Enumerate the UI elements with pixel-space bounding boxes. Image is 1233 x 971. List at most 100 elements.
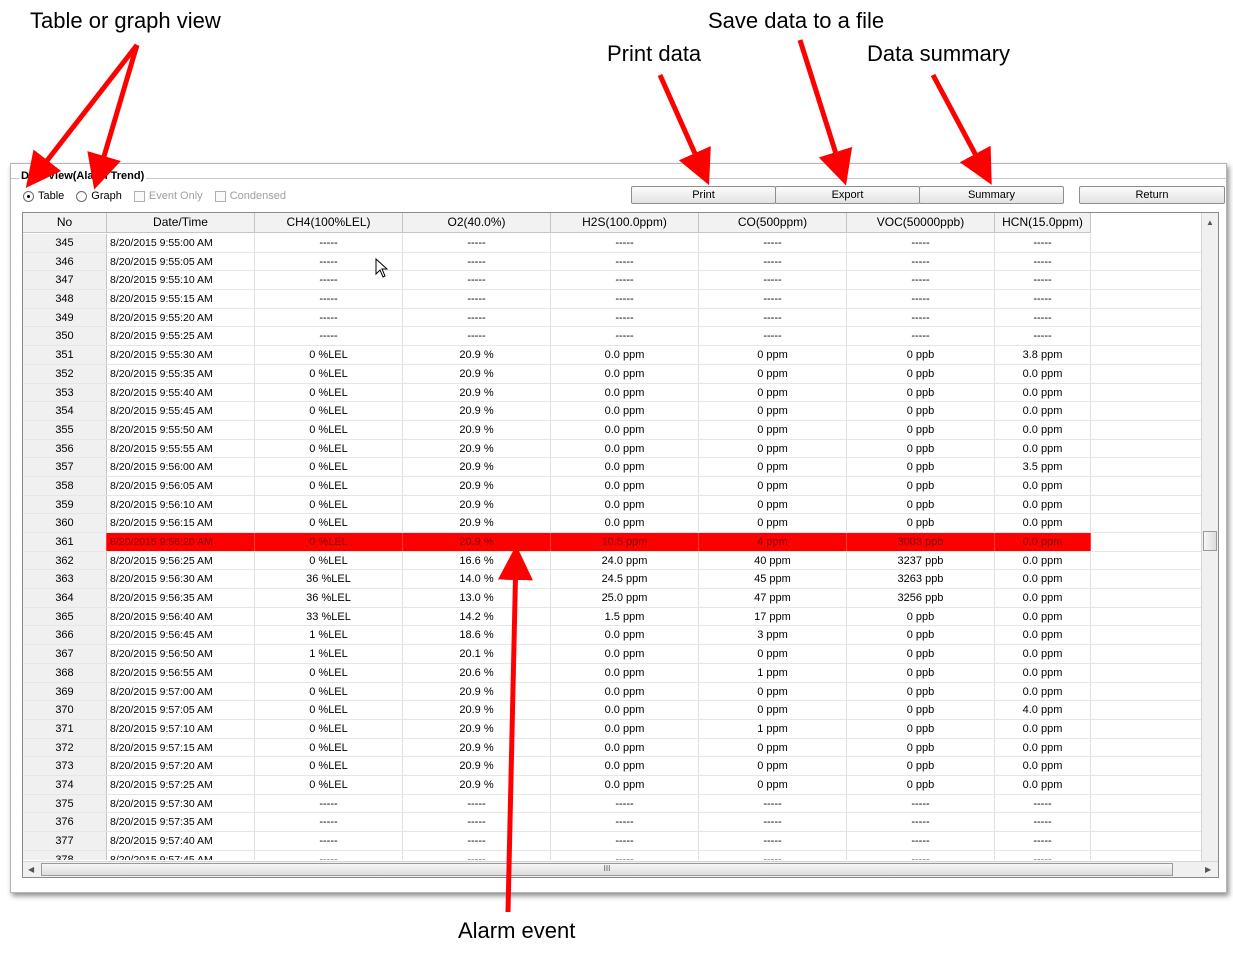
group-border	[11, 178, 1226, 179]
table-row[interactable]: 363 8/20/2015 9:56:30 AM 36 %LEL 14.0 % 24.5…	[23, 570, 1201, 590]
table-row[interactable]: 365 8/20/2015 9:56:40 AM 33 %LEL 14.2 % 1.5 …	[23, 607, 1201, 627]
export-button[interactable]: Export	[775, 186, 920, 204]
table-row[interactable]: 364 8/20/2015 9:56:35 AM 36 %LEL 13.0 % 25.0…	[23, 589, 1201, 608]
col-datetime-cell: 8/20/2015 9:55:25 AM	[107, 327, 255, 346]
horizontal-scroll-thumb[interactable]: III	[41, 863, 1173, 876]
col-no-cell: 367	[23, 645, 107, 663]
table-radio-icon[interactable]	[23, 190, 34, 202]
col-hcn-cell: -----	[995, 327, 1091, 346]
scroll-up-icon[interactable]: ▲	[1206, 218, 1214, 227]
col-hcn-cell: 0.0 ppm	[995, 738, 1091, 757]
table-row[interactable]: 371 8/20/2015 9:57:10 AM 0 %LEL 20.9 % 0.0 p…	[23, 719, 1201, 739]
table-row[interactable]: 350 8/20/2015 9:55:25 AM ----- ----- ----- --…	[23, 327, 1201, 347]
table-row[interactable]: 378 8/20/2015 9:57:45 AM ----- ----- ----- --…	[23, 850, 1201, 860]
col-no-cell: 375	[23, 794, 107, 813]
col-ch4-header[interactable]: CH4(100%LEL)	[255, 213, 403, 232]
table-row[interactable]: 345 8/20/2015 9:55:00 AM ----- ----- ----- --…	[23, 234, 1201, 253]
table-row[interactable]: 372 8/20/2015 9:57:15 AM 0 %LEL 20.9 % 0.0 p…	[23, 738, 1201, 758]
col-no-cell: 360	[23, 514, 107, 532]
table-row[interactable]: 373 8/20/2015 9:57:20 AM 0 %LEL 20.9 % 0.0 p…	[23, 757, 1201, 776]
horizontal-scrollbar[interactable]: ◀ III ▶	[23, 861, 1218, 877]
table-row[interactable]: 370 8/20/2015 9:57:05 AM 0 %LEL 20.9 % 0.0 p…	[23, 701, 1201, 720]
table-row[interactable]: 362 8/20/2015 9:56:25 AM 0 %LEL 16.6 % 24.0 …	[23, 551, 1201, 571]
scroll-right-icon[interactable]: ▶	[1205, 865, 1211, 874]
col-voc-cell: 0 ppb	[847, 701, 995, 719]
col-voc-cell: 0 ppb	[847, 439, 995, 458]
table-row[interactable]: 376 8/20/2015 9:57:35 AM ----- ----- ----- --…	[23, 813, 1201, 832]
table-row[interactable]: 374 8/20/2015 9:57:25 AM 0 %LEL 20.9 % 0.0 p…	[23, 775, 1201, 795]
col-co-cell: 0 ppm	[699, 383, 847, 402]
col-o2-header[interactable]: O2(40.0%)	[403, 213, 551, 232]
col-co-cell: 17 ppm	[699, 607, 847, 626]
arrow-to-table-radio	[25, 43, 139, 188]
print-button[interactable]: Print	[631, 186, 776, 204]
table-row[interactable]: 352 8/20/2015 9:55:35 AM 0 %LEL 20.9 % 0.0 p…	[23, 364, 1201, 384]
table-row[interactable]: 377 8/20/2015 9:57:40 AM ----- ----- ----- --…	[23, 832, 1201, 851]
table-row[interactable]: 375 8/20/2015 9:57:30 AM ----- ----- ----- --…	[23, 794, 1201, 814]
table-row[interactable]: 349 8/20/2015 9:55:20 AM ----- ----- ----- --…	[23, 308, 1201, 328]
table-row[interactable]: 355 8/20/2015 9:55:50 AM 0 %LEL 20.9 % 0.0 p…	[23, 420, 1201, 440]
arrow-to-summary-button	[930, 73, 992, 185]
col-hcn-cell: 0.0 ppm	[995, 533, 1091, 551]
col-o2-cell: 20.6 %	[403, 663, 551, 682]
col-voc-header[interactable]: VOC(50000ppb)	[847, 213, 995, 232]
condensed-option[interactable]: Condensed	[214, 190, 286, 202]
table-row[interactable]: 367 8/20/2015 9:56:50 AM 1 %LEL 20.1 % 0.0 p…	[23, 645, 1201, 664]
graph-radio-icon[interactable]	[76, 190, 88, 202]
table-row[interactable]: 358 8/20/2015 9:56:05 AM 0 %LEL 20.9 % 0.0 p…	[23, 476, 1201, 496]
col-ch4-cell: 0 %LEL	[255, 663, 403, 682]
table-row[interactable]: 353 8/20/2015 9:55:40 AM 0 %LEL 20.9 % 0.0 p…	[23, 383, 1201, 403]
col-ch4-cell: 1 %LEL	[255, 645, 403, 663]
col-no-cell: 359	[23, 495, 107, 514]
col-co-cell: 0 ppm	[699, 476, 847, 495]
col-voc-cell: -----	[847, 327, 995, 346]
summary-button[interactable]: Summary	[919, 186, 1064, 204]
col-o2-cell: -----	[403, 290, 551, 308]
col-voc-cell: -----	[847, 813, 995, 831]
col-voc-cell: 0 ppb	[847, 420, 995, 439]
table-row[interactable]: 356 8/20/2015 9:55:55 AM 0 %LEL 20.9 % 0.0 p…	[23, 439, 1201, 459]
table-row[interactable]: 347 8/20/2015 9:55:10 AM ----- ----- ----- --…	[23, 271, 1201, 291]
table-row[interactable]: 368 8/20/2015 9:56:55 AM 0 %LEL 20.6 % 0.0 p…	[23, 663, 1201, 683]
col-h2s-cell: -----	[551, 271, 699, 290]
condensed-checkbox-icon[interactable]	[214, 190, 226, 202]
event-only-option[interactable]: Event Only	[133, 190, 203, 202]
col-ch4-cell: 0 %LEL	[255, 757, 403, 775]
col-ch4-cell: 1 %LEL	[255, 626, 403, 645]
col-o2-cell: -----	[403, 308, 551, 327]
table-row[interactable]: 351 8/20/2015 9:55:30 AM 0 %LEL 20.9 % 0.0 p…	[23, 346, 1201, 365]
table-row[interactable]: 360 8/20/2015 9:56:15 AM 0 %LEL 20.9 % 0.0 p…	[23, 514, 1201, 533]
table-row[interactable]: 348 8/20/2015 9:55:15 AM ----- ----- ----- --…	[23, 290, 1201, 309]
alarm-event-row[interactable]: 361 8/20/2015 9:56:20 AM 0 %LEL 20.9 % 10.5 …	[23, 533, 1201, 552]
vertical-scroll-thumb[interactable]	[1203, 531, 1217, 551]
col-datetime-header[interactable]: Date/Time	[107, 213, 255, 232]
scroll-left-icon[interactable]: ◀	[28, 865, 34, 874]
return-button[interactable]: Return	[1079, 186, 1225, 204]
event-only-checkbox-icon[interactable]	[133, 190, 145, 202]
col-datetime-cell: 8/20/2015 9:56:40 AM	[107, 607, 255, 626]
col-co-cell: -----	[699, 794, 847, 813]
col-h2s-cell: -----	[551, 308, 699, 327]
vertical-scrollbar[interactable]: ▲	[1201, 213, 1218, 861]
col-no-header[interactable]: No	[23, 213, 107, 232]
table-row[interactable]: 346 8/20/2015 9:55:05 AM ----- ----- ----- --…	[23, 252, 1201, 272]
col-hcn-header[interactable]: HCN(15.0ppm)	[995, 213, 1091, 232]
col-o2-cell: 20.9 %	[403, 738, 551, 757]
col-o2-cell: -----	[403, 252, 551, 271]
col-o2-cell: 20.9 %	[403, 757, 551, 775]
col-co-header[interactable]: CO(500ppm)	[699, 213, 847, 232]
col-h2s-cell: -----	[551, 832, 699, 850]
col-no-cell: 350	[23, 327, 107, 346]
table-row[interactable]: 359 8/20/2015 9:56:10 AM 0 %LEL 20.9 % 0.0 p…	[23, 495, 1201, 515]
col-datetime-cell: 8/20/2015 9:57:45 AM	[107, 850, 255, 860]
table-row[interactable]: 354 8/20/2015 9:55:45 AM 0 %LEL 20.9 % 0.0 p…	[23, 402, 1201, 421]
col-h2s-header[interactable]: H2S(100.0ppm)	[551, 213, 699, 232]
table-option[interactable]: Table	[23, 190, 64, 202]
table-row[interactable]: 366 8/20/2015 9:56:45 AM 1 %LEL 18.6 % 0.0 p…	[23, 626, 1201, 646]
col-no-cell: 368	[23, 663, 107, 682]
table-option-label: Table	[38, 190, 65, 202]
table-row[interactable]: 369 8/20/2015 9:57:00 AM 0 %LEL 20.9 % 0.0 p…	[23, 682, 1201, 702]
table-row[interactable]: 357 8/20/2015 9:56:00 AM 0 %LEL 20.9 % 0.0 p…	[23, 458, 1201, 477]
graph-option[interactable]: Graph	[76, 190, 122, 202]
col-hcn-cell: 3.8 ppm	[995, 346, 1091, 364]
